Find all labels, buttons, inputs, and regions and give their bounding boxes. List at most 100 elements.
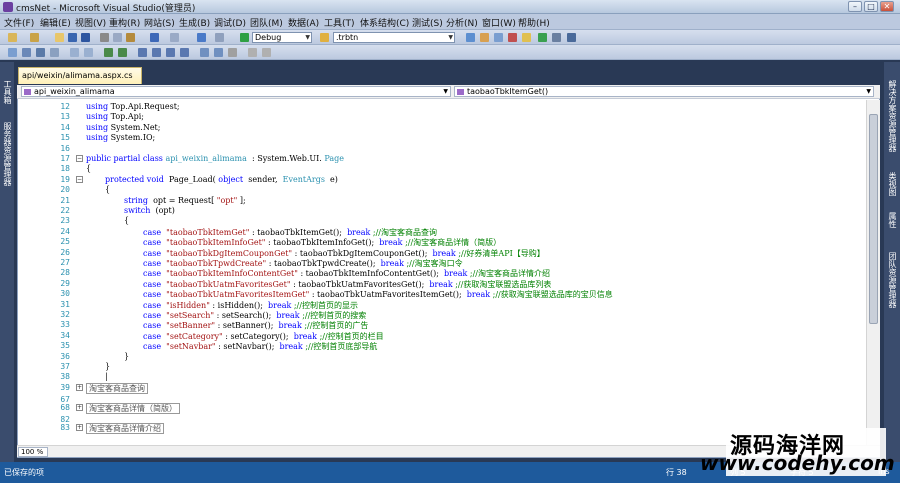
menu-website[interactable]: 网站(S)	[144, 16, 175, 29]
collapse-toggle-icon[interactable]: −	[76, 155, 83, 162]
code-area[interactable]: 12 using Top.Api.Request; 13 using Top.Api;…	[18, 100, 866, 445]
menu-architecture[interactable]: 体系结构(C)	[360, 16, 409, 29]
save-icon[interactable]	[68, 33, 77, 42]
solution-configuration-select[interactable]: Debug ▼	[252, 32, 312, 43]
code-line: case "taobaoTbkUatmFavoritesGet" : taoba…	[143, 279, 551, 290]
menu-file[interactable]: 文件(F)	[4, 16, 34, 29]
navigation-bar: api_weixin_alimama ▼ taobaoTbkItemGet() ▼	[17, 85, 880, 99]
clear-bookmarks-icon[interactable]	[180, 48, 189, 57]
increase-indent-icon[interactable]	[84, 48, 93, 57]
toolbox-tab[interactable]: 工具箱	[1, 80, 13, 104]
solution-explorer-tab[interactable]: 解决方案资源管理器	[886, 80, 898, 152]
cut-icon[interactable]	[100, 33, 109, 42]
properties-tab[interactable]: 属性	[886, 212, 898, 228]
view-whitespace-icon[interactable]	[248, 48, 257, 57]
decrease-indent-icon[interactable]	[70, 48, 79, 57]
navigate-back-icon[interactable]	[197, 33, 206, 42]
code-token: {	[124, 216, 130, 226]
toggle-bookmark-icon[interactable]	[138, 48, 147, 57]
start-debugging-icon[interactable]	[240, 33, 249, 42]
code-token: "taobaoTbkUatmFavoritesGet"	[163, 279, 291, 289]
new-project-icon[interactable]	[8, 33, 17, 42]
zoom-select[interactable]: 100 %	[18, 447, 48, 457]
code-token: break	[379, 238, 403, 248]
menu-help[interactable]: 帮助(H)	[518, 16, 550, 29]
start-page-icon[interactable]	[538, 33, 547, 42]
format-selection-icon[interactable]	[214, 48, 223, 57]
save-all-icon[interactable]	[81, 33, 90, 42]
menu-build[interactable]: 生成(B)	[179, 16, 210, 29]
line-number: 21	[60, 195, 70, 205]
comment-out-icon[interactable]	[104, 48, 113, 57]
code-token: : isHidden();	[212, 300, 266, 310]
open-file-icon[interactable]	[55, 33, 64, 42]
find-combo[interactable]: .trbtn ▼	[333, 32, 455, 43]
parameter-info-icon[interactable]	[22, 48, 31, 57]
menu-analyze[interactable]: 分析(N)	[446, 16, 478, 29]
code-line: {	[86, 164, 91, 173]
copy-icon[interactable]	[113, 33, 122, 42]
member-dropdown[interactable]: taobaoTbkItemGet() ▼	[454, 86, 874, 97]
collapsed-region[interactable]: 淘宝客商品详情（简版）	[86, 402, 180, 414]
command-window-icon[interactable]	[567, 33, 576, 42]
find-icon[interactable]	[320, 33, 329, 42]
uncomment-icon[interactable]	[118, 48, 127, 57]
expand-toggle-icon[interactable]: +	[76, 423, 83, 431]
extension-manager-icon[interactable]	[552, 33, 561, 42]
menu-data[interactable]: 数据(A)	[288, 16, 319, 29]
menu-team[interactable]: 团队(M)	[250, 16, 283, 29]
type-dropdown[interactable]: api_weixin_alimama ▼	[21, 86, 451, 97]
menu-window[interactable]: 窗口(W)	[482, 16, 516, 29]
quick-info-icon[interactable]	[8, 48, 17, 57]
scroll-thumb[interactable]	[869, 114, 878, 324]
chevron-down-icon: ▼	[866, 88, 871, 95]
vertical-scrollbar[interactable]	[866, 100, 880, 445]
line-number: 39	[60, 382, 70, 392]
collapse-toggle-icon[interactable]: −	[76, 175, 83, 183]
team-explorer-tab[interactable]: 团队资源管理器	[886, 252, 898, 308]
complete-word-icon[interactable]	[50, 48, 59, 57]
menu-tools[interactable]: 工具(T)	[324, 16, 355, 29]
class-view-tab[interactable]: 类视图	[886, 172, 898, 196]
server-explorer-tab[interactable]: 服务器资源管理器	[1, 122, 13, 186]
redo-icon[interactable]	[170, 33, 179, 42]
list-members-icon[interactable]	[36, 48, 45, 57]
properties-icon[interactable]	[494, 33, 503, 42]
paste-icon[interactable]	[126, 33, 135, 42]
menu-debug[interactable]: 调试(D)	[214, 16, 246, 29]
word-wrap-icon[interactable]	[228, 48, 237, 57]
add-item-icon[interactable]	[30, 33, 39, 42]
format-icon[interactable]	[200, 48, 209, 57]
code-token: "taobaoTbkItemGet"	[163, 227, 250, 237]
document-tab-alimama[interactable]: api/weixin/alimama.aspx.cs	[18, 67, 142, 84]
code-token: : taobaoTbkItemGet();	[251, 227, 345, 237]
next-bookmark-icon[interactable]	[166, 48, 175, 57]
object-browser-icon[interactable]	[508, 33, 517, 42]
menu-test[interactable]: 测试(S)	[412, 16, 443, 29]
close-button[interactable]: ✕	[880, 1, 894, 12]
solution-explorer-icon[interactable]	[480, 33, 489, 42]
collapsed-region[interactable]: 淘宝客商品详情介绍	[86, 422, 164, 434]
menu-view[interactable]: 视图(V)	[75, 16, 106, 29]
code-token: case	[143, 331, 162, 341]
expand-toggle-icon[interactable]: +	[76, 403, 83, 411]
code-token: ;//获取淘宝联盟选品库列表	[455, 279, 552, 289]
previous-bookmark-icon[interactable]	[152, 48, 161, 57]
minimize-button[interactable]: –	[848, 1, 862, 12]
code-token: using	[86, 133, 109, 143]
line-number: 35	[60, 341, 70, 351]
find-in-files-icon[interactable]	[466, 33, 475, 42]
code-line: }	[124, 352, 129, 361]
line-number: 31	[60, 299, 70, 309]
collapsed-region[interactable]: 淘宝客商品查询	[86, 382, 148, 394]
expand-toggle-icon[interactable]: +	[76, 383, 83, 391]
maximize-button[interactable]: □	[864, 1, 878, 12]
menu-edit[interactable]: 编辑(E)	[40, 16, 71, 29]
toolbox-icon[interactable]	[522, 33, 531, 42]
navigate-forward-icon[interactable]	[215, 33, 224, 42]
undo-icon[interactable]	[150, 33, 159, 42]
line-number: 26	[60, 247, 70, 257]
toolbar-options-icon[interactable]	[262, 48, 271, 57]
code-line: case "taobaoTbkItemInfoGet" : taobaoTbkI…	[143, 237, 501, 248]
menu-refactor[interactable]: 重构(R)	[109, 16, 140, 29]
